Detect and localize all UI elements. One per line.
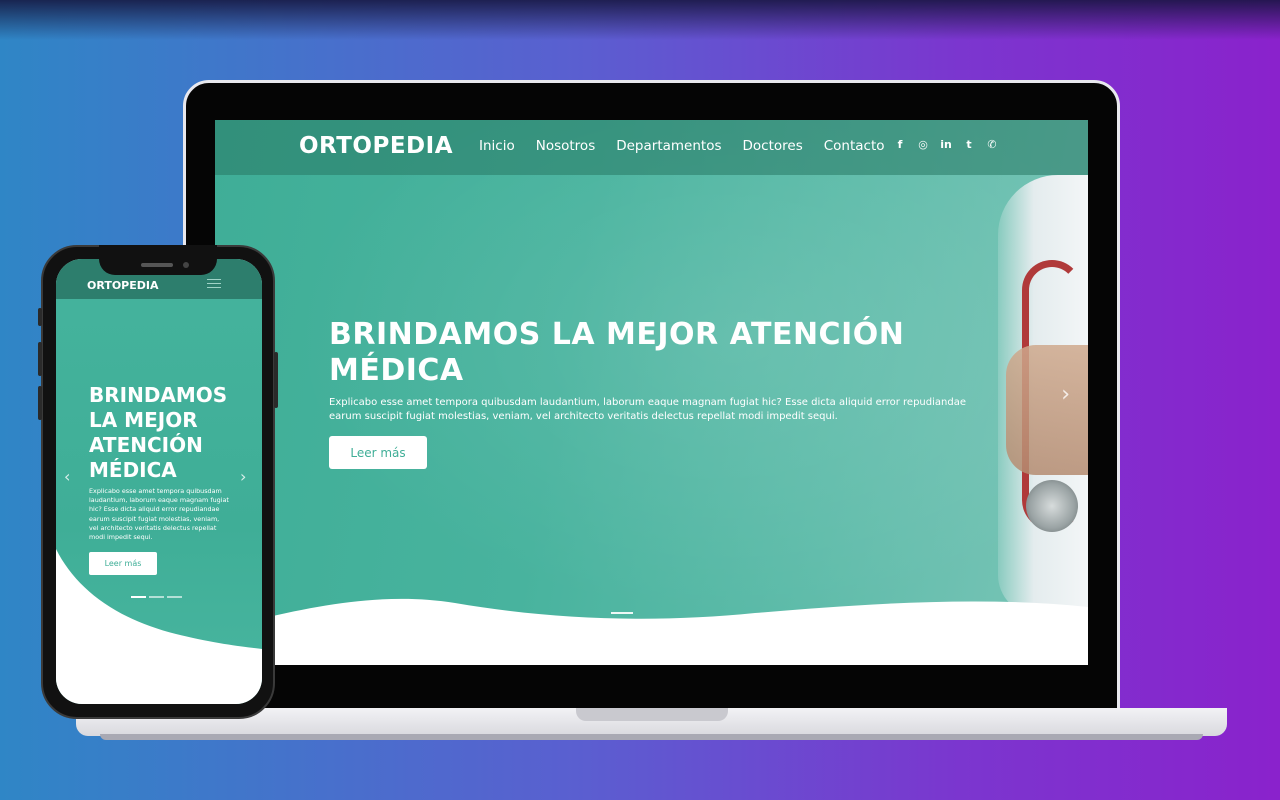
instagram-icon[interactable]: ◎ — [916, 138, 930, 151]
phone-power-button — [274, 352, 278, 408]
nav-link-departamentos[interactable]: Departamentos — [616, 138, 721, 154]
phone-side-button — [38, 308, 42, 326]
mobile-hero-description: Explicabo esse amet tempora quibusdam la… — [89, 487, 229, 542]
phone-screen: ORTOPEDIA BRINDAMOS LA MEJOR ATENCIÓN MÉ… — [56, 259, 262, 704]
read-more-button[interactable]: Leer más — [329, 436, 427, 469]
linkedin-icon[interactable]: in — [939, 138, 953, 151]
phone-volume-down — [38, 386, 42, 420]
mobile-hero-title: BRINDAMOS LA MEJOR ATENCIÓN MÉDICA — [89, 383, 228, 482]
navbar: ORTOPEDIA Inicio Nosotros Departamentos … — [215, 120, 1088, 175]
phone-notch — [99, 245, 217, 275]
hero-title: BRINDAMOS LA MEJOR ATENCIÓN MÉDICA — [329, 317, 905, 388]
site-logo[interactable]: ORTOPEDIA — [299, 133, 453, 159]
stethoscope-head-image — [1026, 480, 1078, 532]
carousel-indicator[interactable] — [611, 612, 633, 614]
nav-link-nosotros[interactable]: Nosotros — [536, 138, 596, 154]
hamburger-menu-icon[interactable] — [207, 279, 221, 291]
mobile-site-logo[interactable]: ORTOPEDIA — [87, 279, 159, 292]
carousel-dot[interactable] — [131, 596, 146, 598]
nav-menu: Inicio Nosotros Departamentos Doctores C… — [479, 138, 885, 154]
laptop-base-shadow — [100, 734, 1203, 740]
hero-section — [215, 120, 1088, 665]
social-links: f ◎ in t ✆ — [893, 138, 999, 151]
mobile-carousel-next-icon[interactable]: › — [240, 467, 246, 486]
background-top-shade — [0, 0, 1280, 40]
mobile-carousel-indicators — [131, 596, 182, 598]
phone-camera-icon — [183, 262, 189, 268]
mobile-carousel-prev-icon[interactable]: ‹ — [64, 467, 70, 486]
phone-speaker — [141, 263, 173, 267]
hero-description: Explicabo esse amet tempora quibusdam la… — [329, 397, 966, 422]
facebook-icon[interactable]: f — [893, 138, 907, 151]
carousel-dot[interactable] — [149, 596, 164, 598]
nav-link-doctores[interactable]: Doctores — [743, 138, 803, 154]
nav-link-inicio[interactable]: Inicio — [479, 138, 515, 154]
mobile-hero-wave-divider — [56, 549, 262, 704]
mobile-read-more-button[interactable]: Leer más — [89, 552, 157, 575]
nav-link-contacto[interactable]: Contacto — [824, 138, 885, 154]
whatsapp-icon[interactable]: ✆ — [985, 138, 999, 151]
laptop-screen: ORTOPEDIA Inicio Nosotros Departamentos … — [215, 120, 1088, 665]
hero-wave-divider — [215, 598, 1088, 665]
carousel-next-icon[interactable]: › — [1061, 382, 1070, 407]
hand-image — [1006, 345, 1088, 475]
twitter-icon[interactable]: t — [962, 138, 976, 151]
phone-volume-up — [38, 342, 42, 376]
laptop-notch — [576, 708, 728, 721]
carousel-dot[interactable] — [167, 596, 182, 598]
